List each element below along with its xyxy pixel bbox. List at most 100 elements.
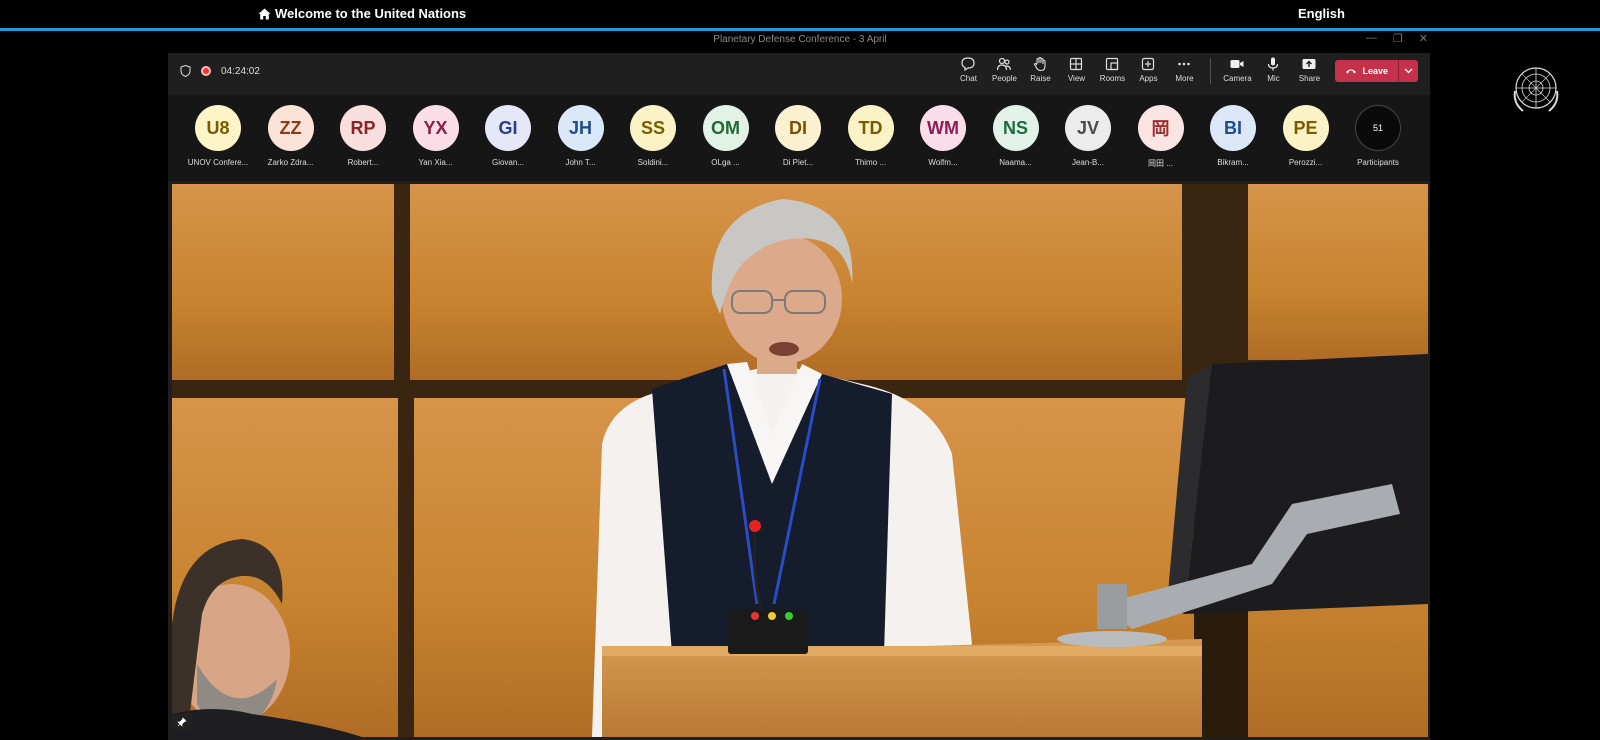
grid-icon (1070, 57, 1083, 71)
meeting-window: 04:24:02 Chat People Raise View Rooms Ap… (168, 53, 1430, 740)
participant-avatar: BI (1210, 105, 1256, 151)
participant-name: Di Piet... (782, 158, 814, 167)
participant-name: John T... (565, 158, 596, 167)
close-icon[interactable]: ✕ (1419, 32, 1428, 45)
people-icon (997, 57, 1012, 71)
participant-name: Soldini... (637, 158, 669, 167)
more-button[interactable]: More (1166, 56, 1202, 83)
participant-avatar: YX (412, 105, 459, 151)
accent-divider (0, 28, 1600, 31)
site-home-link[interactable]: Welcome to the United Nations (258, 6, 466, 21)
participant-tile[interactable]: YX Yan Xia... (400, 103, 472, 173)
mic-button[interactable]: Mic (1255, 56, 1291, 83)
participant-avatar: JH (557, 105, 604, 151)
share-icon (1302, 59, 1316, 69)
participant-avatar: GI (485, 105, 531, 151)
participants-count: 51 (1355, 105, 1401, 151)
apps-icon (1142, 57, 1155, 71)
chat-icon (961, 57, 976, 72)
main-video-feed[interactable] (172, 184, 1428, 737)
apps-button[interactable]: Apps (1130, 56, 1166, 83)
un-emblem-icon (1513, 67, 1559, 112)
camera-icon (1230, 60, 1244, 68)
participant-tile[interactable]: ZZ Zarko Zdra... (255, 103, 327, 173)
participant-name: Giovan... (491, 158, 524, 167)
people-button[interactable]: People (986, 56, 1022, 83)
participant-name: Perozzi... (1288, 158, 1323, 167)
participant-tile[interactable]: WM Wolfm... (907, 103, 979, 173)
participant-avatar: ZZ (267, 105, 314, 151)
site-banner: Welcome to the United Nations English (0, 0, 1600, 28)
participant-tile[interactable]: RP Robert... (327, 103, 399, 173)
rooms-icon (1106, 57, 1119, 71)
participant-avatar: JV (1065, 105, 1111, 151)
more-icon (1178, 62, 1191, 66)
participant-name: Jean-B... (1071, 158, 1104, 167)
meeting-timer: 04:24:02 (221, 65, 260, 77)
participant-avatar: RP (340, 105, 386, 151)
participant-name: OLga ... (711, 158, 740, 167)
chat-button[interactable]: Chat (950, 56, 986, 83)
participant-name: Bikram... (1217, 158, 1249, 167)
participant-name: Yan Xia... (418, 158, 453, 167)
minimize-icon[interactable]: — (1366, 32, 1377, 45)
participant-name: Robert... (347, 158, 379, 167)
leave-button[interactable]: Leave (1335, 60, 1398, 82)
participant-tile[interactable]: GI Giovan... (472, 103, 544, 173)
toolbar-divider (1210, 58, 1212, 84)
rooms-button[interactable]: Rooms (1094, 56, 1130, 83)
participant-tile[interactable]: PE Perozzi... (1270, 103, 1342, 173)
camera-button[interactable]: Camera (1219, 56, 1255, 83)
participant-tile[interactable]: NS Naama... (980, 103, 1052, 173)
window-controls: — ❐ ✕ (1366, 32, 1428, 45)
toolbar-actions: Chat People Raise View Rooms Apps More C… (950, 56, 1418, 86)
participants-label: Participants (1357, 158, 1399, 167)
participant-tile[interactable]: TD Thimo ... (835, 103, 907, 173)
participant-avatar: PE (1282, 105, 1329, 151)
mic-icon (1268, 57, 1279, 71)
participant-avatar: SS (630, 105, 676, 151)
leave-options-button[interactable] (1398, 60, 1418, 82)
home-icon (258, 8, 271, 19)
speaker-video-illustration (172, 184, 1428, 737)
participant-name: Wolfm... (928, 158, 958, 167)
participant-name: UNOV Confere... (187, 158, 249, 167)
participant-tile[interactable]: 岡岡田 ... (1125, 103, 1197, 173)
participant-tile[interactable]: DI Di Piet... (762, 103, 834, 173)
participant-name: Thimo ... (854, 158, 887, 167)
participant-avatar: TD (847, 105, 894, 151)
participant-tile[interactable]: JH John T... (545, 103, 617, 173)
participant-tile[interactable]: JV Jean-B... (1052, 103, 1124, 173)
participant-avatar: 岡 (1137, 105, 1184, 151)
participants-count-button[interactable]: 51 Participants (1342, 103, 1414, 173)
participant-name: 岡田 ... (1148, 159, 1173, 168)
pin-icon[interactable] (172, 714, 192, 730)
participants-strip: U8 UNOV Confere... ZZ Zarko Zdra... RP Robert… (168, 95, 1430, 181)
chevron-down-icon (1404, 68, 1413, 74)
maximize-icon[interactable]: ❐ (1393, 32, 1403, 45)
participant-name: Zarko Zdra... (267, 158, 314, 167)
window-title: Planetary Defense Conference - 3 April (713, 34, 887, 45)
leave-button-group: Leave (1335, 60, 1418, 82)
participant-avatar: OM (702, 105, 749, 151)
meeting-toolbar: 04:24:02 Chat People Raise View Rooms Ap… (168, 53, 1430, 91)
meeting-status: 04:24:02 (180, 65, 260, 77)
recording-indicator-icon (201, 66, 211, 76)
participant-name: Naama... (999, 158, 1032, 167)
share-button[interactable]: Share (1291, 56, 1327, 83)
participant-avatar: DI (775, 105, 821, 151)
participant-tile[interactable]: OM OLga ... (690, 103, 762, 173)
site-title-text: Welcome to the United Nations (275, 6, 467, 21)
view-button[interactable]: View (1058, 56, 1094, 83)
participant-tile[interactable]: SS Soldini... (617, 103, 689, 173)
participant-avatar: U8 (195, 105, 241, 151)
shield-icon[interactable] (180, 65, 191, 77)
participant-avatar: NS (992, 105, 1039, 151)
hand-icon (1034, 56, 1047, 72)
phone-hangup-icon (1346, 69, 1357, 74)
language-selector[interactable]: English (1298, 6, 1345, 21)
participant-tile[interactable]: U8 UNOV Confere... (182, 103, 254, 173)
participant-avatar: WM (920, 105, 966, 151)
participant-tile[interactable]: BI Bikram... (1197, 103, 1269, 173)
raise-hand-button[interactable]: Raise (1022, 56, 1058, 83)
